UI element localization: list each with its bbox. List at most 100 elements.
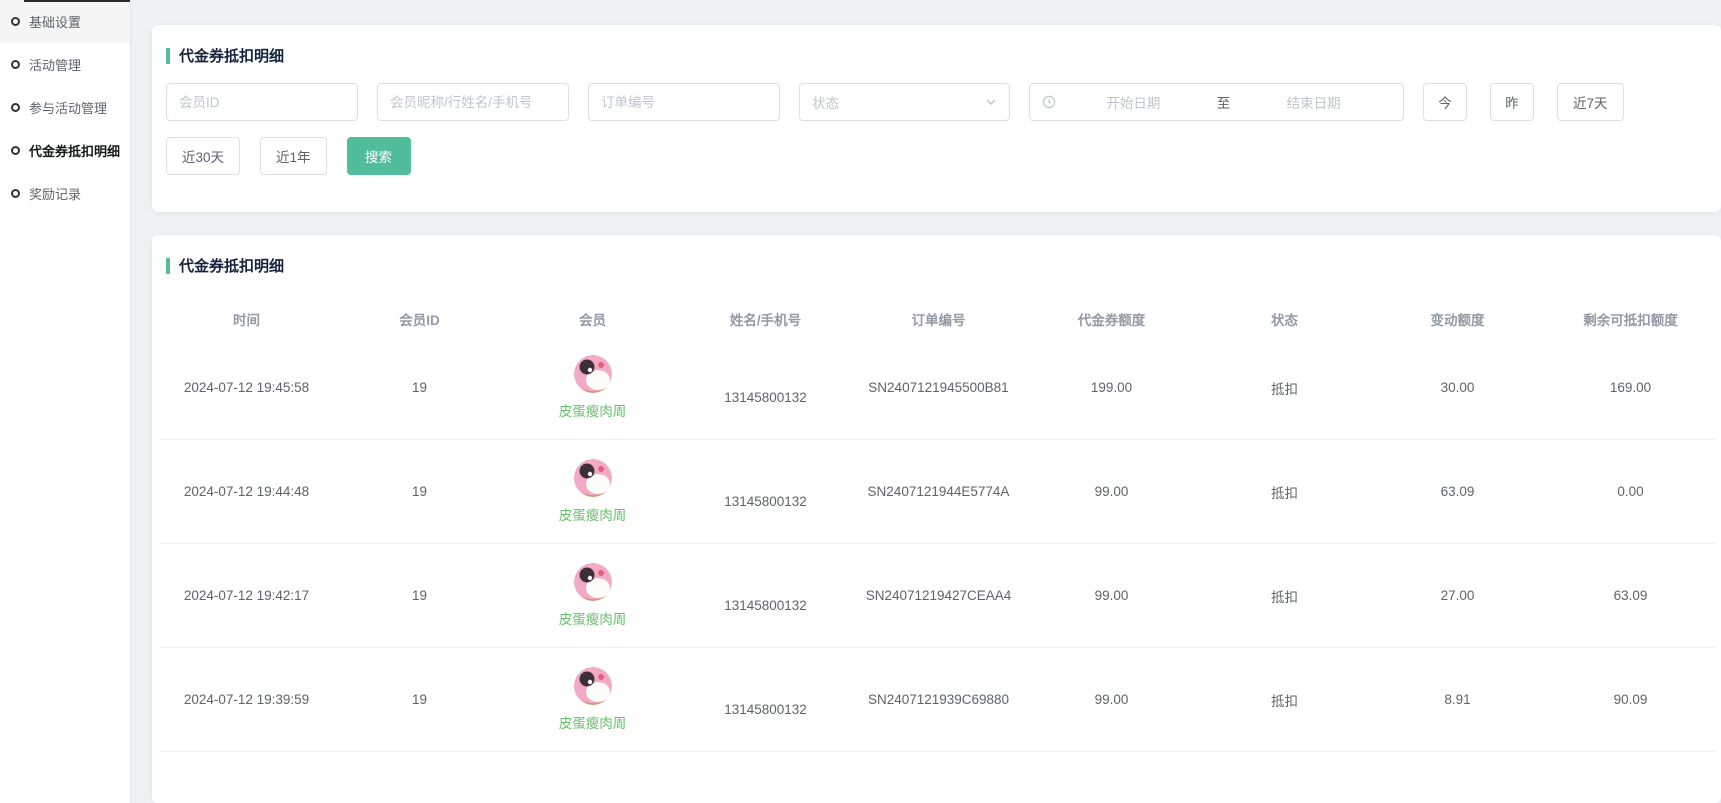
member-id-input[interactable]: [166, 83, 358, 121]
sidebar-item[interactable]: 基础设置: [0, 0, 130, 43]
sidebar-item[interactable]: 奖励记录: [0, 172, 130, 215]
sidebar-item-label: 活动管理: [29, 55, 81, 74]
avatar-image: [574, 459, 612, 497]
cell-status: 抵扣: [1198, 336, 1371, 439]
member-info-input[interactable]: [377, 83, 569, 121]
quick-7days-button[interactable]: 近7天: [1557, 83, 1624, 121]
table-row: 2024-07-12 19:42:17 19 皮蛋瘦肉周 13145800132…: [160, 544, 1715, 648]
cell-status: 抵扣: [1198, 440, 1371, 543]
clock-icon: [1042, 95, 1056, 109]
avatar-image: [574, 667, 612, 705]
cell-remaining: 0.00: [1544, 440, 1717, 543]
filter-panel: 代金券抵扣明细 状态 开始日期 至 结束日期 今 昨 近7天 近30天 近1年 …: [152, 25, 1721, 212]
cell-time: 2024-07-12 19:42:17: [160, 544, 333, 647]
start-date-placeholder: 开始日期: [1056, 92, 1211, 112]
circle-icon: [11, 189, 20, 198]
cell-member: 皮蛋瘦肉周: [506, 648, 679, 751]
cell-change-amount: 30.00: [1371, 336, 1544, 439]
table-panel: 代金券抵扣明细 时间 会员ID 会员 姓名/手机号 订单编号 代金券额度 状态 …: [152, 235, 1721, 803]
member-avatar: [574, 667, 612, 705]
quick-30days-button[interactable]: 近30天: [166, 137, 240, 175]
member-avatar: [574, 355, 612, 393]
sidebar-item-label: 参与活动管理: [29, 98, 107, 117]
table-panel-title-text: 代金券抵扣明细: [179, 255, 284, 276]
filter-panel-title: 代金券抵扣明细: [152, 25, 1721, 66]
avatar-image: [574, 563, 612, 601]
sidebar-item-label: 基础设置: [29, 12, 81, 31]
cell-order-no: SN2407121945500B81: [852, 336, 1025, 439]
sidebar-item[interactable]: 代金券抵扣明细: [0, 129, 130, 172]
status-select[interactable]: 状态: [799, 83, 1010, 121]
cell-member-id: 19: [333, 336, 506, 439]
sidebar-item[interactable]: 参与活动管理: [0, 86, 130, 129]
quick-1year-button[interactable]: 近1年: [260, 137, 327, 175]
cell-status: 抵扣: [1198, 544, 1371, 647]
col-header-order-no: 订单编号: [852, 301, 1025, 336]
circle-icon: [11, 17, 20, 26]
cell-change-amount: 27.00: [1371, 544, 1544, 647]
table-row: 2024-07-12 19:39:59 19 皮蛋瘦肉周 13145800132…: [160, 648, 1715, 752]
cell-status: 抵扣: [1198, 648, 1371, 751]
order-no-input[interactable]: [588, 83, 780, 121]
circle-icon: [11, 60, 20, 69]
col-header-time: 时间: [160, 301, 333, 336]
sidebar: 基础设置活动管理参与活动管理代金券抵扣明细奖励记录: [0, 0, 131, 803]
filter-row-2: 近30天 近1年 搜索: [152, 137, 1721, 175]
cell-member: 皮蛋瘦肉周: [506, 440, 679, 543]
member-nickname-link[interactable]: 皮蛋瘦肉周: [559, 712, 627, 732]
quick-yesterday-button[interactable]: 昨: [1490, 83, 1534, 121]
cell-phone: 13145800132: [679, 648, 852, 751]
table-panel-title: 代金券抵扣明细: [152, 235, 1721, 276]
col-header-voucher-amount: 代金券额度: [1025, 301, 1198, 336]
member-nickname-link[interactable]: 皮蛋瘦肉周: [559, 400, 627, 420]
circle-icon: [11, 146, 20, 155]
member-nickname-link[interactable]: 皮蛋瘦肉周: [559, 504, 627, 524]
col-header-remaining: 剩余可抵扣额度: [1544, 301, 1717, 336]
col-header-name-phone: 姓名/手机号: [679, 301, 852, 336]
cell-voucher-amount: 99.00: [1025, 440, 1198, 543]
status-select-placeholder: 状态: [812, 92, 839, 112]
cell-remaining: 90.09: [1544, 648, 1717, 751]
sidebar-item[interactable]: 活动管理: [0, 43, 130, 86]
col-header-change-amount: 变动额度: [1371, 301, 1544, 336]
cell-voucher-amount: 99.00: [1025, 648, 1198, 751]
search-button[interactable]: 搜索: [347, 137, 411, 175]
col-header-member-id: 会员ID: [333, 301, 506, 336]
table-body: 2024-07-12 19:45:58 19 皮蛋瘦肉周 13145800132…: [152, 336, 1721, 752]
cell-remaining: 169.00: [1544, 336, 1717, 439]
cell-voucher-amount: 99.00: [1025, 544, 1198, 647]
cell-member-id: 19: [333, 648, 506, 751]
title-accent-bar: [166, 48, 170, 64]
cell-change-amount: 63.09: [1371, 440, 1544, 543]
col-header-status: 状态: [1198, 301, 1371, 336]
cell-phone: 13145800132: [679, 544, 852, 647]
col-header-member: 会员: [506, 301, 679, 336]
date-range-separator: 至: [1211, 92, 1237, 112]
cell-voucher-amount: 199.00: [1025, 336, 1198, 439]
cell-member: 皮蛋瘦肉周: [506, 336, 679, 439]
member-avatar: [574, 459, 612, 497]
cell-member: 皮蛋瘦肉周: [506, 544, 679, 647]
table-header-row: 时间 会员ID 会员 姓名/手机号 订单编号 代金券额度 状态 变动额度 剩余可…: [152, 301, 1721, 336]
cell-member-id: 19: [333, 544, 506, 647]
cell-order-no: SN24071219427CEAA4: [852, 544, 1025, 647]
date-range-picker[interactable]: 开始日期 至 结束日期: [1029, 83, 1404, 121]
cell-time: 2024-07-12 19:39:59: [160, 648, 333, 751]
circle-icon: [11, 103, 20, 112]
cell-time: 2024-07-12 19:44:48: [160, 440, 333, 543]
cell-order-no: SN2407121939C69880: [852, 648, 1025, 751]
cell-member-id: 19: [333, 440, 506, 543]
sidebar-item-label: 奖励记录: [29, 184, 81, 203]
cell-change-amount: 8.91: [1371, 648, 1544, 751]
member-avatar: [574, 563, 612, 601]
filter-panel-title-text: 代金券抵扣明细: [179, 45, 284, 66]
cell-order-no: SN2407121944E5774A: [852, 440, 1025, 543]
chevron-down-icon: [985, 96, 997, 108]
quick-today-button[interactable]: 今: [1423, 83, 1467, 121]
avatar-image: [574, 355, 612, 393]
cell-remaining: 63.09: [1544, 544, 1717, 647]
sidebar-top-divider: [24, 0, 130, 2]
end-date-placeholder: 结束日期: [1236, 92, 1391, 112]
member-nickname-link[interactable]: 皮蛋瘦肉周: [559, 608, 627, 628]
table-row: 2024-07-12 19:44:48 19 皮蛋瘦肉周 13145800132…: [160, 440, 1715, 544]
